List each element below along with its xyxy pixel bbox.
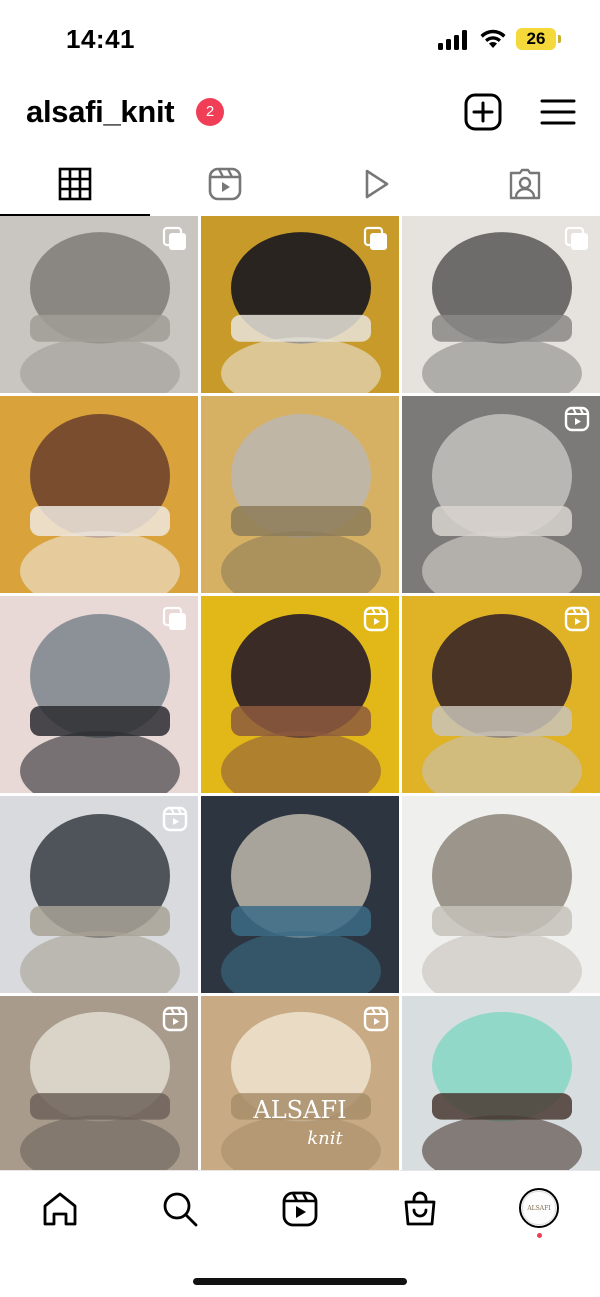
profile-username[interactable]: alsafi_knit — [26, 94, 175, 130]
reel-badge-icon — [564, 606, 590, 632]
status-bar: 14:41 26 — [0, 0, 600, 80]
nav-search[interactable] — [160, 1189, 200, 1229]
wifi-icon — [480, 29, 506, 48]
shop-bag-icon — [404, 1191, 436, 1226]
post-thumbnail[interactable] — [402, 596, 600, 793]
cellular-signal-icon — [438, 30, 468, 50]
profile-notification-dot — [537, 1233, 542, 1238]
plus-square-icon — [464, 93, 502, 131]
reel-badge-icon — [162, 806, 188, 832]
post-image — [402, 796, 600, 993]
post-thumbnail[interactable]: ALSAFI knit — [201, 996, 399, 1170]
reels-icon — [208, 167, 242, 201]
nav-shop[interactable] — [400, 1189, 440, 1229]
nav-profile-avatar[interactable]: ALSAFI — [519, 1188, 559, 1228]
nav-reels[interactable] — [280, 1189, 320, 1229]
reel-badge-icon — [363, 606, 389, 632]
home-icon — [43, 1192, 77, 1226]
post-image — [201, 796, 399, 993]
post-image — [402, 996, 600, 1170]
reel-badge-icon — [564, 406, 590, 432]
post-thumbnail[interactable] — [402, 216, 600, 393]
battery-indicator: 26 — [516, 28, 556, 50]
post-thumbnail[interactable] — [201, 396, 399, 593]
battery-cap — [558, 35, 561, 43]
profile-header: alsafi_knit 2 — [0, 80, 600, 144]
post-image — [201, 396, 399, 593]
play-icon — [365, 169, 389, 199]
tab-reels[interactable] — [150, 152, 300, 216]
home-indicator — [193, 1278, 407, 1285]
post-thumbnail[interactable] — [0, 396, 198, 593]
profile-tabs — [0, 152, 600, 216]
nav-home[interactable] — [40, 1189, 80, 1229]
post-thumbnail[interactable] — [0, 596, 198, 793]
reel-badge-icon — [162, 1006, 188, 1032]
tab-grid[interactable] — [0, 152, 150, 216]
carousel-badge-icon — [162, 226, 186, 250]
hamburger-menu-icon — [540, 99, 576, 125]
post-thumbnail[interactable] — [0, 796, 198, 993]
carousel-badge-icon — [564, 226, 588, 250]
post-image — [0, 396, 198, 593]
notification-badge[interactable]: 2 — [196, 98, 224, 126]
reels-icon — [282, 1191, 318, 1227]
reel-badge-icon — [363, 1006, 389, 1032]
create-post-button[interactable] — [463, 92, 503, 132]
tab-tagged[interactable] — [450, 152, 600, 216]
grid-icon — [58, 167, 92, 201]
menu-button[interactable] — [538, 92, 578, 132]
post-thumbnail[interactable] — [201, 216, 399, 393]
status-time: 14:41 — [66, 24, 135, 54]
bottom-navigation: ALSAFI — [0, 1170, 600, 1261]
brand-logo-subtext: knit — [307, 1128, 343, 1149]
post-thumbnail[interactable] — [0, 996, 198, 1170]
carousel-badge-icon — [162, 606, 186, 630]
posts-grid: ALSAFI knit — [0, 216, 600, 1170]
search-icon — [163, 1192, 198, 1227]
post-thumbnail[interactable] — [402, 996, 600, 1170]
post-thumbnail[interactable] — [402, 796, 600, 993]
post-thumbnail[interactable] — [201, 796, 399, 993]
tab-videos[interactable] — [300, 152, 450, 216]
tagged-user-icon — [509, 168, 541, 200]
carousel-badge-icon — [363, 226, 387, 250]
post-thumbnail[interactable] — [0, 216, 198, 393]
brand-logo-text: ALSAFI — [253, 1096, 347, 1124]
post-thumbnail[interactable] — [201, 596, 399, 793]
avatar-logo: ALSAFI — [522, 1191, 556, 1225]
post-thumbnail[interactable] — [402, 396, 600, 593]
